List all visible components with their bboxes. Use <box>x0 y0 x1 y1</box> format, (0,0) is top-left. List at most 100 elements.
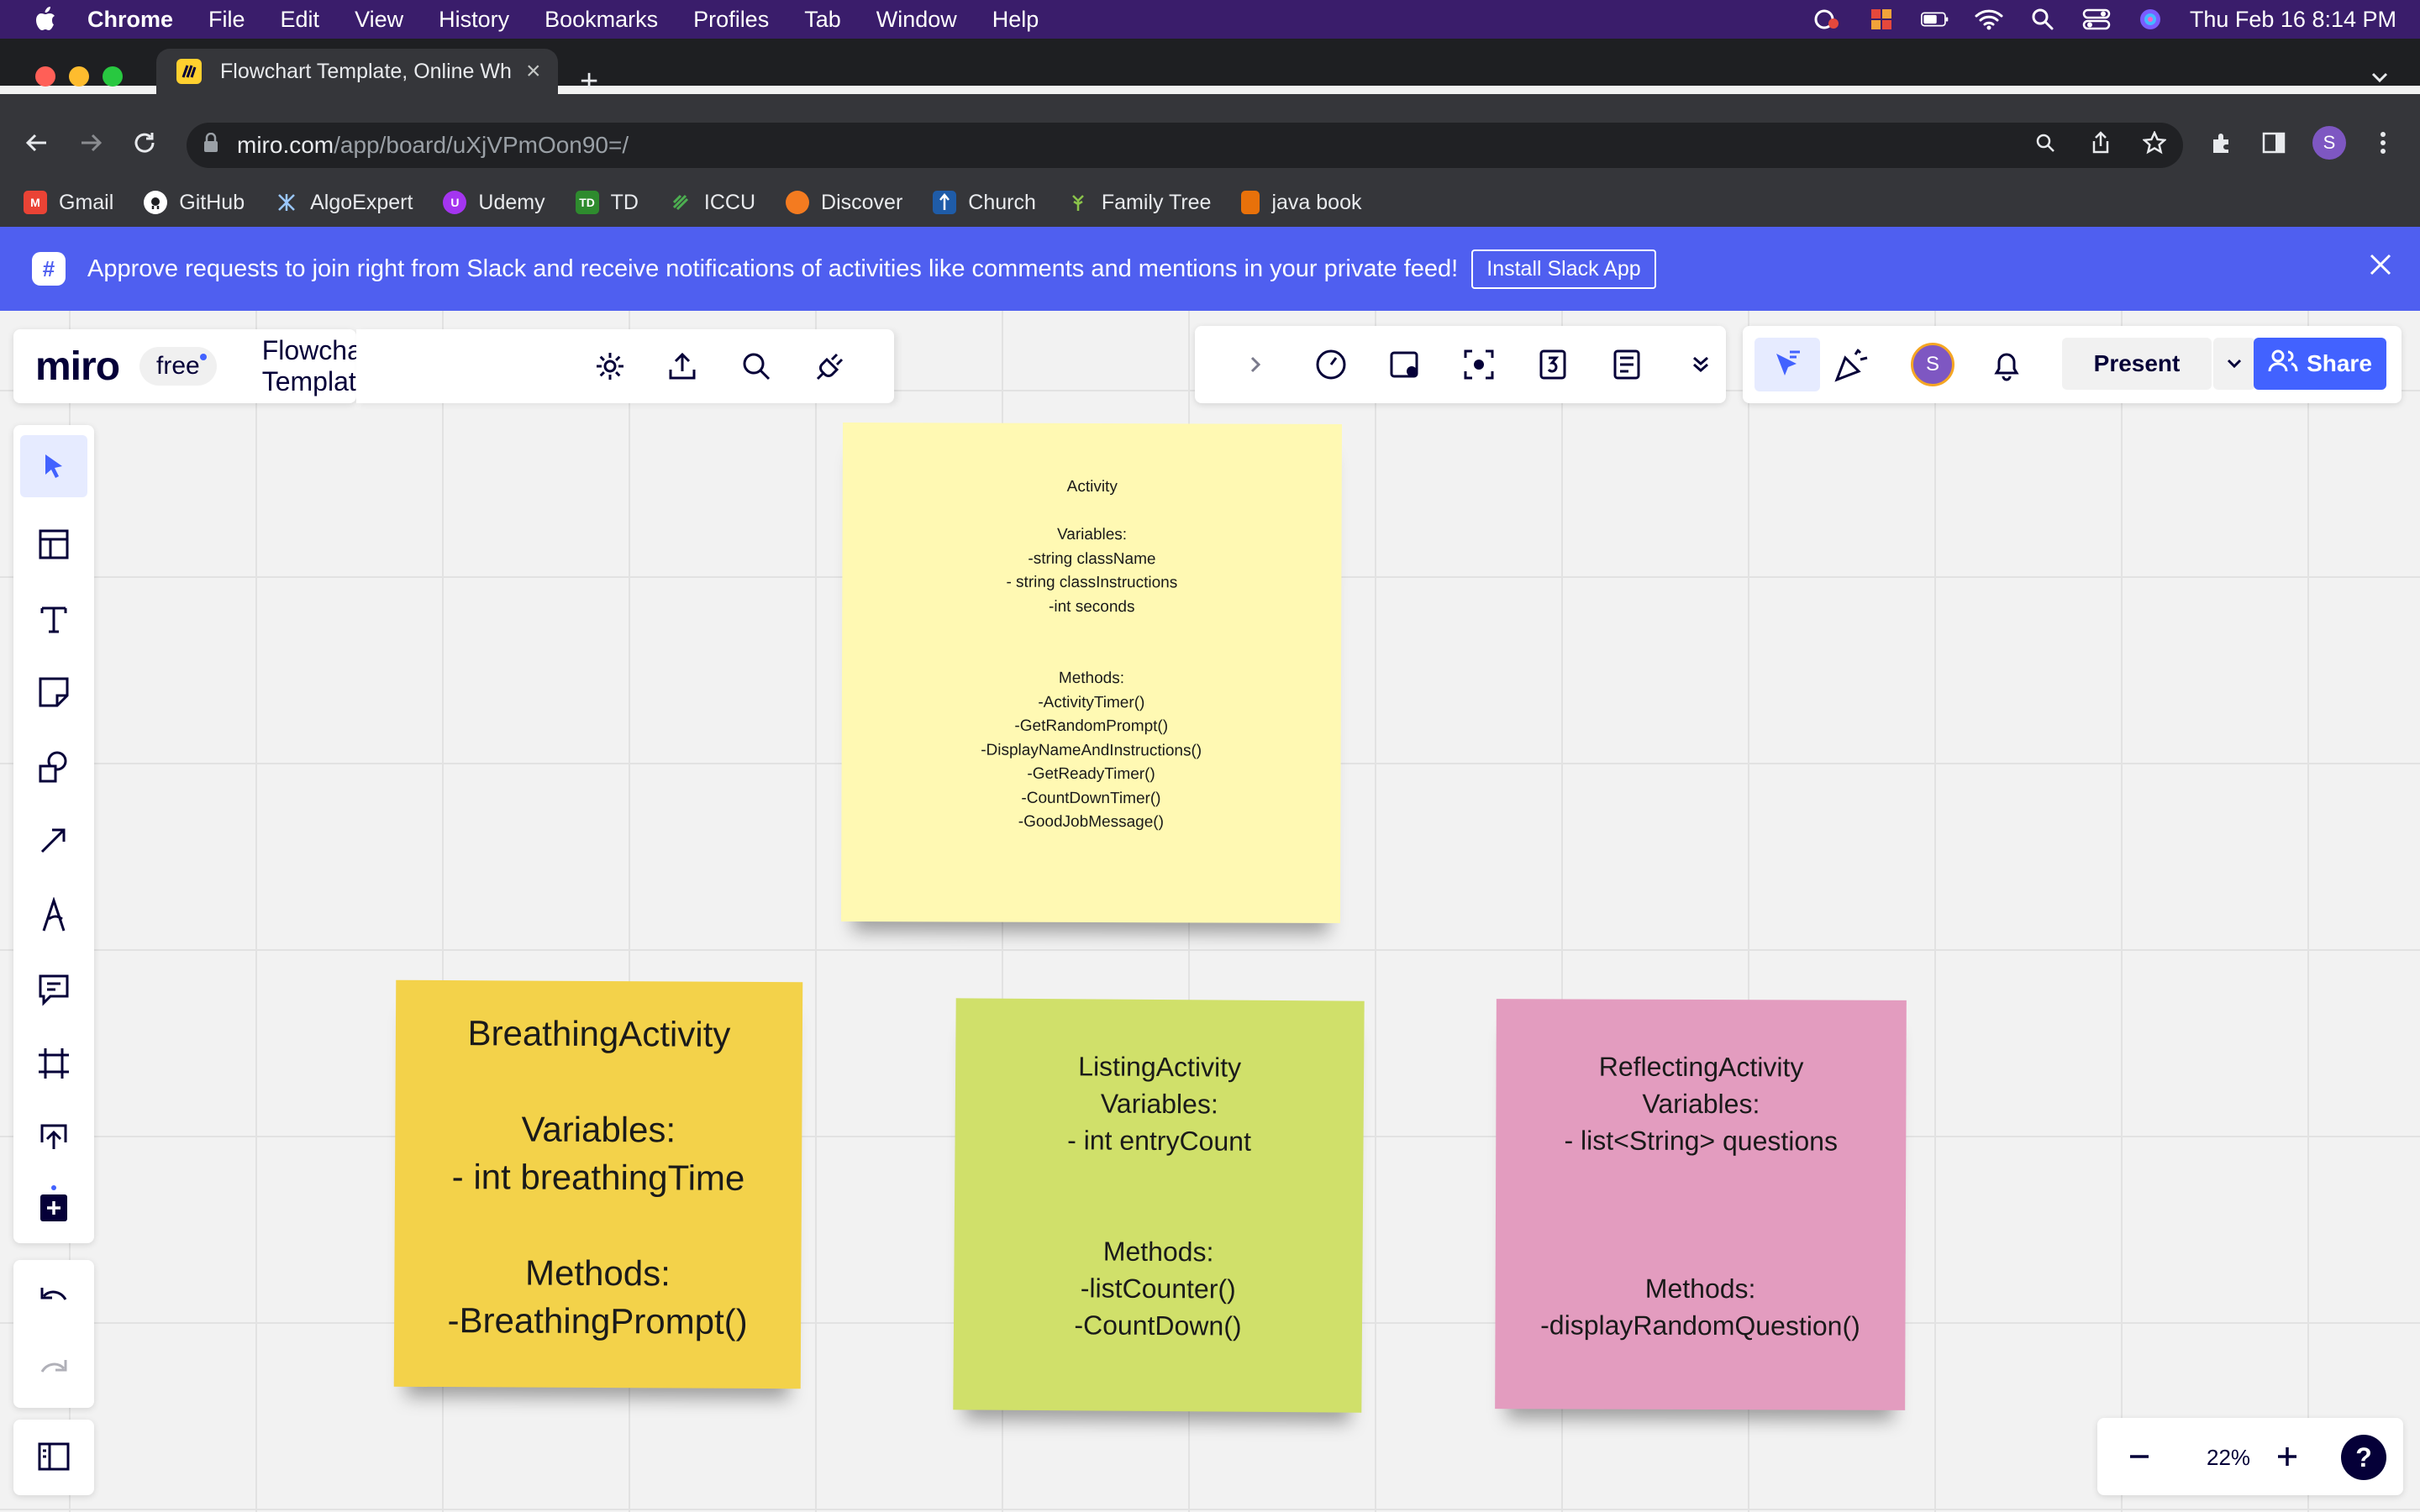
settings-gear-icon[interactable] <box>590 346 630 386</box>
select-cursor-icon[interactable] <box>20 435 87 497</box>
bookmark-label: Family Tree <box>1101 190 1212 214</box>
upload-icon[interactable] <box>34 1117 74 1158</box>
sticky-note-breathing-activity[interactable]: BreathingActivity Variables: - int breat… <box>393 979 803 1389</box>
share-button[interactable]: Share <box>2254 338 2386 390</box>
export-upload-icon[interactable] <box>662 346 702 386</box>
bookmark-label: AlgoExpert <box>310 190 413 214</box>
grid-app-icon[interactable] <box>1867 8 1896 31</box>
creative-cloud-icon[interactable] <box>1813 8 1842 31</box>
bookmark-family-tree[interactable]: Family Tree <box>1066 190 1212 215</box>
menu-app-name[interactable]: Chrome <box>87 7 173 33</box>
github-icon <box>144 191 168 214</box>
bookmark-udemy[interactable]: U Udemy <box>443 190 545 215</box>
undo-icon[interactable] <box>34 1278 74 1319</box>
celebrate-icon[interactable] <box>1832 344 1872 385</box>
sticky-note-reflecting-activity[interactable]: ReflectingActivity Variables: - list<Str… <box>1495 999 1907 1410</box>
bookmark-iccu[interactable]: ICCU <box>669 191 755 215</box>
back-arrow-icon[interactable] <box>20 126 54 160</box>
install-slack-app-button[interactable]: Install Slack App <box>1471 249 1656 289</box>
wifi-icon[interactable] <box>1975 8 2003 31</box>
reload-icon[interactable] <box>128 126 161 160</box>
spotlight-search-icon[interactable] <box>2028 8 2057 31</box>
chrome-menu-icon[interactable] <box>2366 126 2400 160</box>
menu-history[interactable]: History <box>439 7 509 33</box>
focus-frame-icon[interactable] <box>1459 344 1499 385</box>
shapes-icon[interactable] <box>34 746 74 786</box>
present-dropdown-chevron-icon[interactable] <box>2213 338 2255 390</box>
more-chevrons-down-icon[interactable] <box>1681 344 1721 385</box>
apps-plug-icon[interactable] <box>810 346 850 386</box>
text-tool-icon[interactable] <box>34 598 74 638</box>
browser-tab-active[interactable]: Flowchart Template, Online Wh × <box>156 49 558 94</box>
bookmarks-bar: M Gmail GitHub AlgoExpert U Udemy TD TD ICC… <box>0 178 2420 227</box>
address-bar[interactable]: miro.com/app/board/uXjVPmOon90=/ <box>187 123 2183 168</box>
menu-help[interactable]: Help <box>992 7 1039 33</box>
voting-icon[interactable] <box>1533 344 1573 385</box>
timer-icon[interactable] <box>1311 344 1351 385</box>
window-minimize-button[interactable] <box>69 66 89 87</box>
miro-logo[interactable]: miro <box>35 344 120 390</box>
video-chat-icon[interactable] <box>1385 344 1425 385</box>
control-center-icon[interactable] <box>2082 8 2111 31</box>
apple-icon[interactable] <box>32 6 59 33</box>
bookmark-gmail[interactable]: M Gmail <box>24 191 113 215</box>
share-page-icon[interactable] <box>2084 126 2118 160</box>
tab-search-chevron-icon[interactable] <box>2370 67 2390 92</box>
menu-tab[interactable]: Tab <box>804 7 841 33</box>
templates-icon[interactable] <box>34 524 74 564</box>
bookmark-star-icon[interactable] <box>2138 126 2171 160</box>
bookmark-church[interactable]: Church <box>933 191 1036 215</box>
help-question-icon[interactable]: ? <box>2341 1435 2386 1480</box>
expand-chevron-right-icon[interactable] <box>1235 344 1276 385</box>
frame-icon[interactable] <box>34 1043 74 1084</box>
notifications-bell-icon[interactable] <box>1986 344 2027 385</box>
new-tab-icon[interactable]: + <box>580 66 598 97</box>
present-button[interactable]: Present <box>2062 338 2212 390</box>
zoom-level[interactable]: 22% <box>2207 1445 2250 1471</box>
bookmark-discover[interactable]: Discover <box>786 191 902 215</box>
profile-avatar[interactable]: S <box>2312 126 2346 160</box>
window-zoom-button[interactable] <box>103 66 123 87</box>
redo-icon[interactable] <box>34 1351 74 1391</box>
connection-arrow-icon[interactable] <box>34 820 74 860</box>
sidebar-toggle-icon[interactable] <box>34 1436 74 1477</box>
extensions-icon[interactable] <box>2205 126 2238 160</box>
bookmark-label: TD <box>610 190 639 214</box>
comment-icon[interactable] <box>34 969 74 1010</box>
board-search-icon[interactable] <box>736 346 776 386</box>
plan-badge[interactable]: free <box>139 347 217 386</box>
lock-icon[interactable] <box>203 132 218 159</box>
bookmark-java-book[interactable]: java book <box>1241 191 1362 215</box>
menu-file[interactable]: File <box>208 7 245 33</box>
menu-profiles[interactable]: Profiles <box>693 7 769 33</box>
zoom-search-icon[interactable] <box>2028 126 2062 160</box>
window-close-button[interactable] <box>35 66 55 87</box>
sticky-note-listing-activity[interactable]: ListingActivity Variables: - int entryCo… <box>953 998 1365 1413</box>
pen-icon[interactable] <box>34 895 74 936</box>
menu-clock[interactable]: Thu Feb 16 8:14 PM <box>2190 7 2396 33</box>
menu-view[interactable]: View <box>355 7 403 33</box>
forward-arrow-icon[interactable] <box>74 126 108 160</box>
bookmark-label: Udemy <box>478 190 545 214</box>
bookmark-algoexpert[interactable]: AlgoExpert <box>275 191 413 215</box>
tab-close-icon[interactable]: × <box>526 57 541 86</box>
more-apps-plus-icon[interactable] <box>34 1184 74 1225</box>
zoom-in-plus-icon[interactable] <box>2267 1436 2307 1477</box>
bookmark-td[interactable]: TD TD <box>575 190 639 215</box>
banner-close-icon[interactable] <box>2368 252 2393 284</box>
menu-window[interactable]: Window <box>876 7 957 33</box>
side-panel-icon[interactable] <box>2257 126 2291 160</box>
menu-bookmarks[interactable]: Bookmarks <box>544 7 658 33</box>
user-avatar[interactable]: S <box>1911 343 1954 386</box>
zoom-out-minus-icon[interactable] <box>2119 1436 2160 1477</box>
sticky-note-icon[interactable] <box>34 672 74 712</box>
siri-icon[interactable] <box>2136 8 2165 31</box>
notes-document-icon[interactable] <box>1607 344 1647 385</box>
iccu-icon <box>669 191 692 214</box>
bookmark-github[interactable]: GitHub <box>144 191 245 215</box>
battery-icon[interactable] <box>1920 8 1949 31</box>
people-icon <box>2268 349 2298 379</box>
menu-edit[interactable]: Edit <box>281 7 320 33</box>
reactions-cursor-icon[interactable] <box>1754 338 1820 391</box>
sticky-note-activity[interactable]: Activity Variables: -string className - … <box>840 422 1343 924</box>
